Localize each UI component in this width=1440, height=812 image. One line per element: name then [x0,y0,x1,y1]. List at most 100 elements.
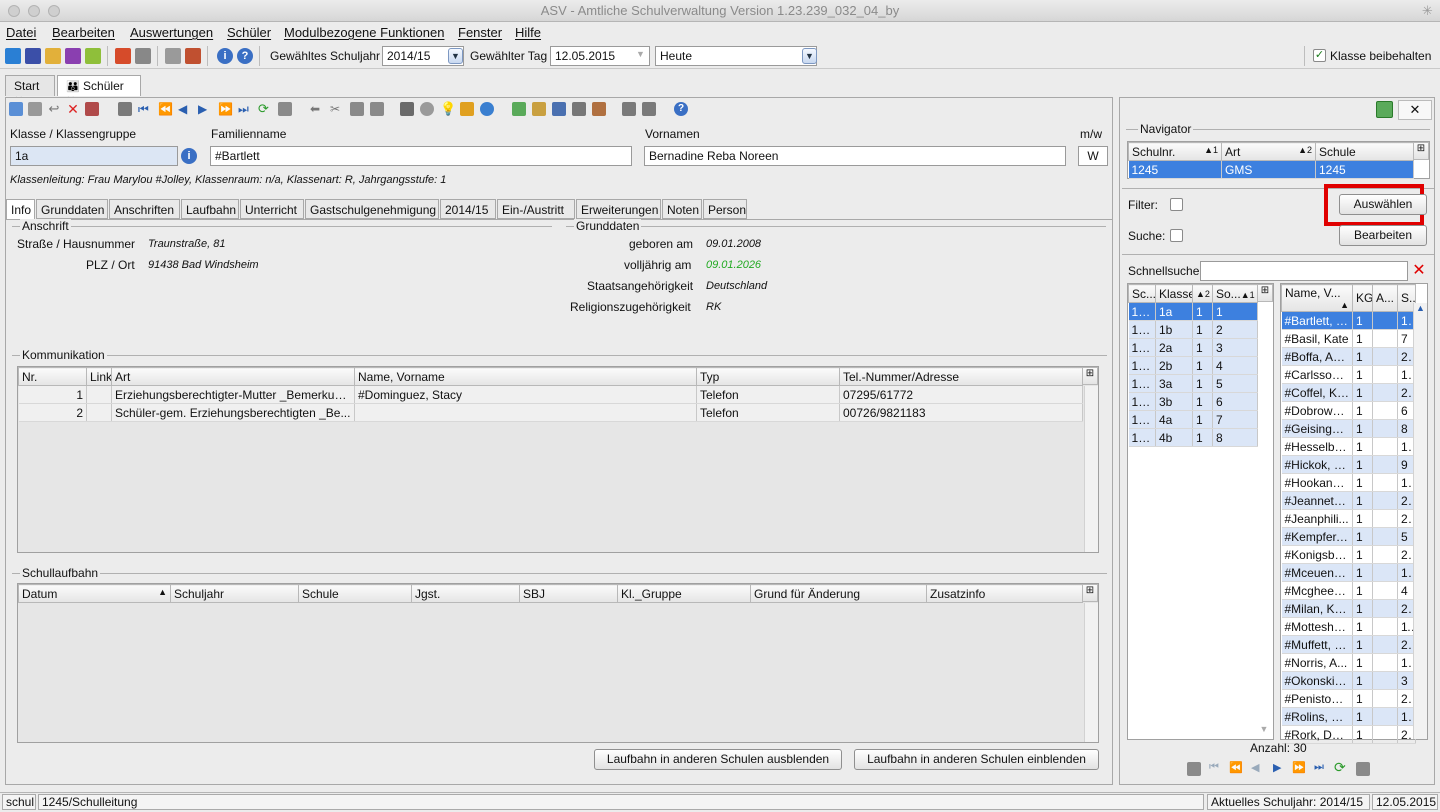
fast-forward-icon[interactable]: ⏩ [1292,761,1306,774]
student-row[interactable]: #Boffa, An... 1 20 [1281,347,1416,366]
tab-schuljahr[interactable]: 2014/15 [440,199,496,219]
rewind-icon[interactable]: ⏪ [158,102,173,116]
cancel-icon[interactable] [85,102,99,116]
scrollbar[interactable]: ▲ [1413,303,1427,739]
col-sort[interactable]: ▲2 [1192,284,1213,303]
col-schule-short[interactable]: Sc... [1128,284,1156,303]
student-row[interactable]: #Hickok, E... 1 9 [1281,455,1416,474]
bearbeiten-button[interactable]: Bearbeiten [1339,225,1427,246]
table-row[interactable]: 1 Erziehungsberechtigter-Mutter _Bemerku… [18,385,1083,404]
info-icon[interactable]: i [181,148,197,164]
tag-input[interactable]: 12.05.2015 [550,46,650,66]
lightbulb-icon[interactable]: 💡 [440,102,456,116]
clock-icon[interactable] [480,102,494,116]
chevron-down-icon[interactable]: ▼ [802,48,817,64]
next-icon[interactable]: ▶ [198,102,212,116]
mw-field[interactable]: W [1078,146,1108,166]
klasse-beibehalten-checkbox[interactable]: ✓ [1313,49,1326,62]
home-icon[interactable] [622,102,636,116]
col-a[interactable]: A... [1372,284,1398,312]
col-schule[interactable]: Schule [298,584,412,603]
student-row[interactable]: #Bartlett, B... 1 12 [1281,311,1416,330]
list-icon[interactable] [1187,762,1201,776]
save-icon[interactable] [28,102,42,116]
tab-info[interactable]: Info [6,199,35,220]
tab-schueler[interactable]: 👪 Schüler ✕ [57,75,141,107]
student-row[interactable]: #Okonski, ... 1 3 [1281,671,1416,690]
table-row[interactable]: 2 Schüler-gem. Erziehungsberechtigten _B… [18,403,1083,422]
fast-forward-icon[interactable]: ⏩ [218,102,233,116]
tab-grunddaten[interactable]: Grunddaten [36,199,108,219]
class-row[interactable]: 12... 1a 1 1 [1128,302,1258,321]
last-icon[interactable]: ⏭ [238,102,252,116]
previous-icon[interactable]: ◀ [1251,761,1259,774]
table-row[interactable]: 1245 GMS 1245 [1128,160,1414,179]
col-link[interactable]: Link [86,367,112,386]
col-sbj[interactable]: SBJ [519,584,618,603]
column-chooser-icon[interactable]: ⊞ [1413,142,1429,160]
new-icon[interactable] [9,102,23,116]
menu-hilfe[interactable]: Hilfe [515,25,541,40]
familienname-field[interactable]: #Bartlett [210,146,632,166]
col-datum[interactable]: Datum ▲ [18,584,171,603]
col-grund[interactable]: Grund für Änderung [750,584,927,603]
tab-anschriften[interactable]: Anschriften [109,199,180,219]
delete-icon[interactable]: ✕ [66,102,80,116]
column-chooser-icon[interactable]: ⊞ [1082,367,1098,385]
refresh-icon[interactable]: ⟳ [1334,759,1346,776]
student-row[interactable]: #Milan, Ke... 1 22 [1281,599,1416,618]
add-group-icon[interactable] [512,102,526,116]
copy-icon[interactable] [350,102,364,116]
calendar-icon[interactable] [185,48,201,64]
klasse-field[interactable]: 1a [10,146,178,166]
last-icon[interactable]: ⏭ [1314,761,1324,774]
student-row[interactable]: #Norris, A... 1 16 [1281,653,1416,672]
schnellsuche-input[interactable] [1200,261,1408,281]
heute-select[interactable]: Heute [655,46,817,66]
home-alt-icon[interactable] [642,102,656,116]
student-row[interactable]: #Mottesha... 1 11 [1281,617,1416,636]
refresh-navigator-icon[interactable] [1376,101,1393,118]
tab-noten[interactable]: Noten [662,199,702,219]
col-tel[interactable]: Tel.-Nummer/Adresse [839,367,1083,386]
menu-schueler[interactable]: Schüler [227,25,271,40]
chevron-down-icon[interactable]: ▼ [1257,724,1271,738]
student-row[interactable]: #Rolins, M... 1 15 [1281,707,1416,726]
disc-icon[interactable] [420,102,434,116]
people-icon[interactable] [5,48,21,64]
student-row[interactable]: #Carlsson,... 1 13 [1281,365,1416,384]
rewind-icon[interactable]: ⏪ [1229,761,1243,774]
class-row[interactable]: 12... 3b 1 6 [1128,392,1258,411]
scrollbar[interactable] [1084,386,1098,552]
tab-laufbahn[interactable]: Laufbahn [181,199,239,219]
col-schulnr[interactable]: Schulnr. ▲1 [1128,142,1222,161]
auswaehlen-button[interactable]: Auswählen [1339,194,1427,215]
laufbahn-einblenden-button[interactable]: Laufbahn in anderen Schulen einblenden [854,749,1099,770]
class-row[interactable]: 12... 4a 1 7 [1128,410,1258,429]
help-icon[interactable]: ? [674,102,688,116]
table-icon[interactable] [1356,762,1370,776]
tab-ein-austritt[interactable]: Ein-/Austritt [497,199,575,219]
suche-checkbox[interactable] [1170,229,1183,242]
filter-checkbox[interactable] [1170,198,1183,211]
menu-fenster[interactable]: Fenster [458,25,502,40]
close-icon[interactable]: ✕ [1398,100,1432,120]
class-row[interactable]: 12... 1b 1 2 [1128,320,1258,339]
student-row[interactable]: #Coffel, Ke... 1 25 [1281,383,1416,402]
tab-unterricht[interactable]: Unterricht [240,199,304,219]
folder-icon[interactable] [532,102,546,116]
chat-icon[interactable] [65,48,81,64]
student-row[interactable]: #Kempfer, ... 1 5 [1281,527,1416,546]
col-sortierung[interactable]: So...▲1 [1212,284,1258,303]
first-icon[interactable]: ⏮ [1209,761,1219,774]
col-art[interactable]: Art ▲2 [1221,142,1316,161]
col-name[interactable]: Name, V... ▲ [1281,284,1353,312]
document-icon[interactable] [572,102,586,116]
student-row[interactable]: #Basil, Kate 1 7 [1281,329,1416,348]
menu-datei[interactable]: Datei [6,25,36,40]
arrow-left-icon[interactable]: ⬅ [310,102,324,116]
cut-icon[interactable]: ✂ [330,102,344,116]
col-jgst[interactable]: Jgst. [411,584,520,603]
undo-icon[interactable]: ↩ [47,102,61,116]
help-icon[interactable]: ? [237,48,253,64]
